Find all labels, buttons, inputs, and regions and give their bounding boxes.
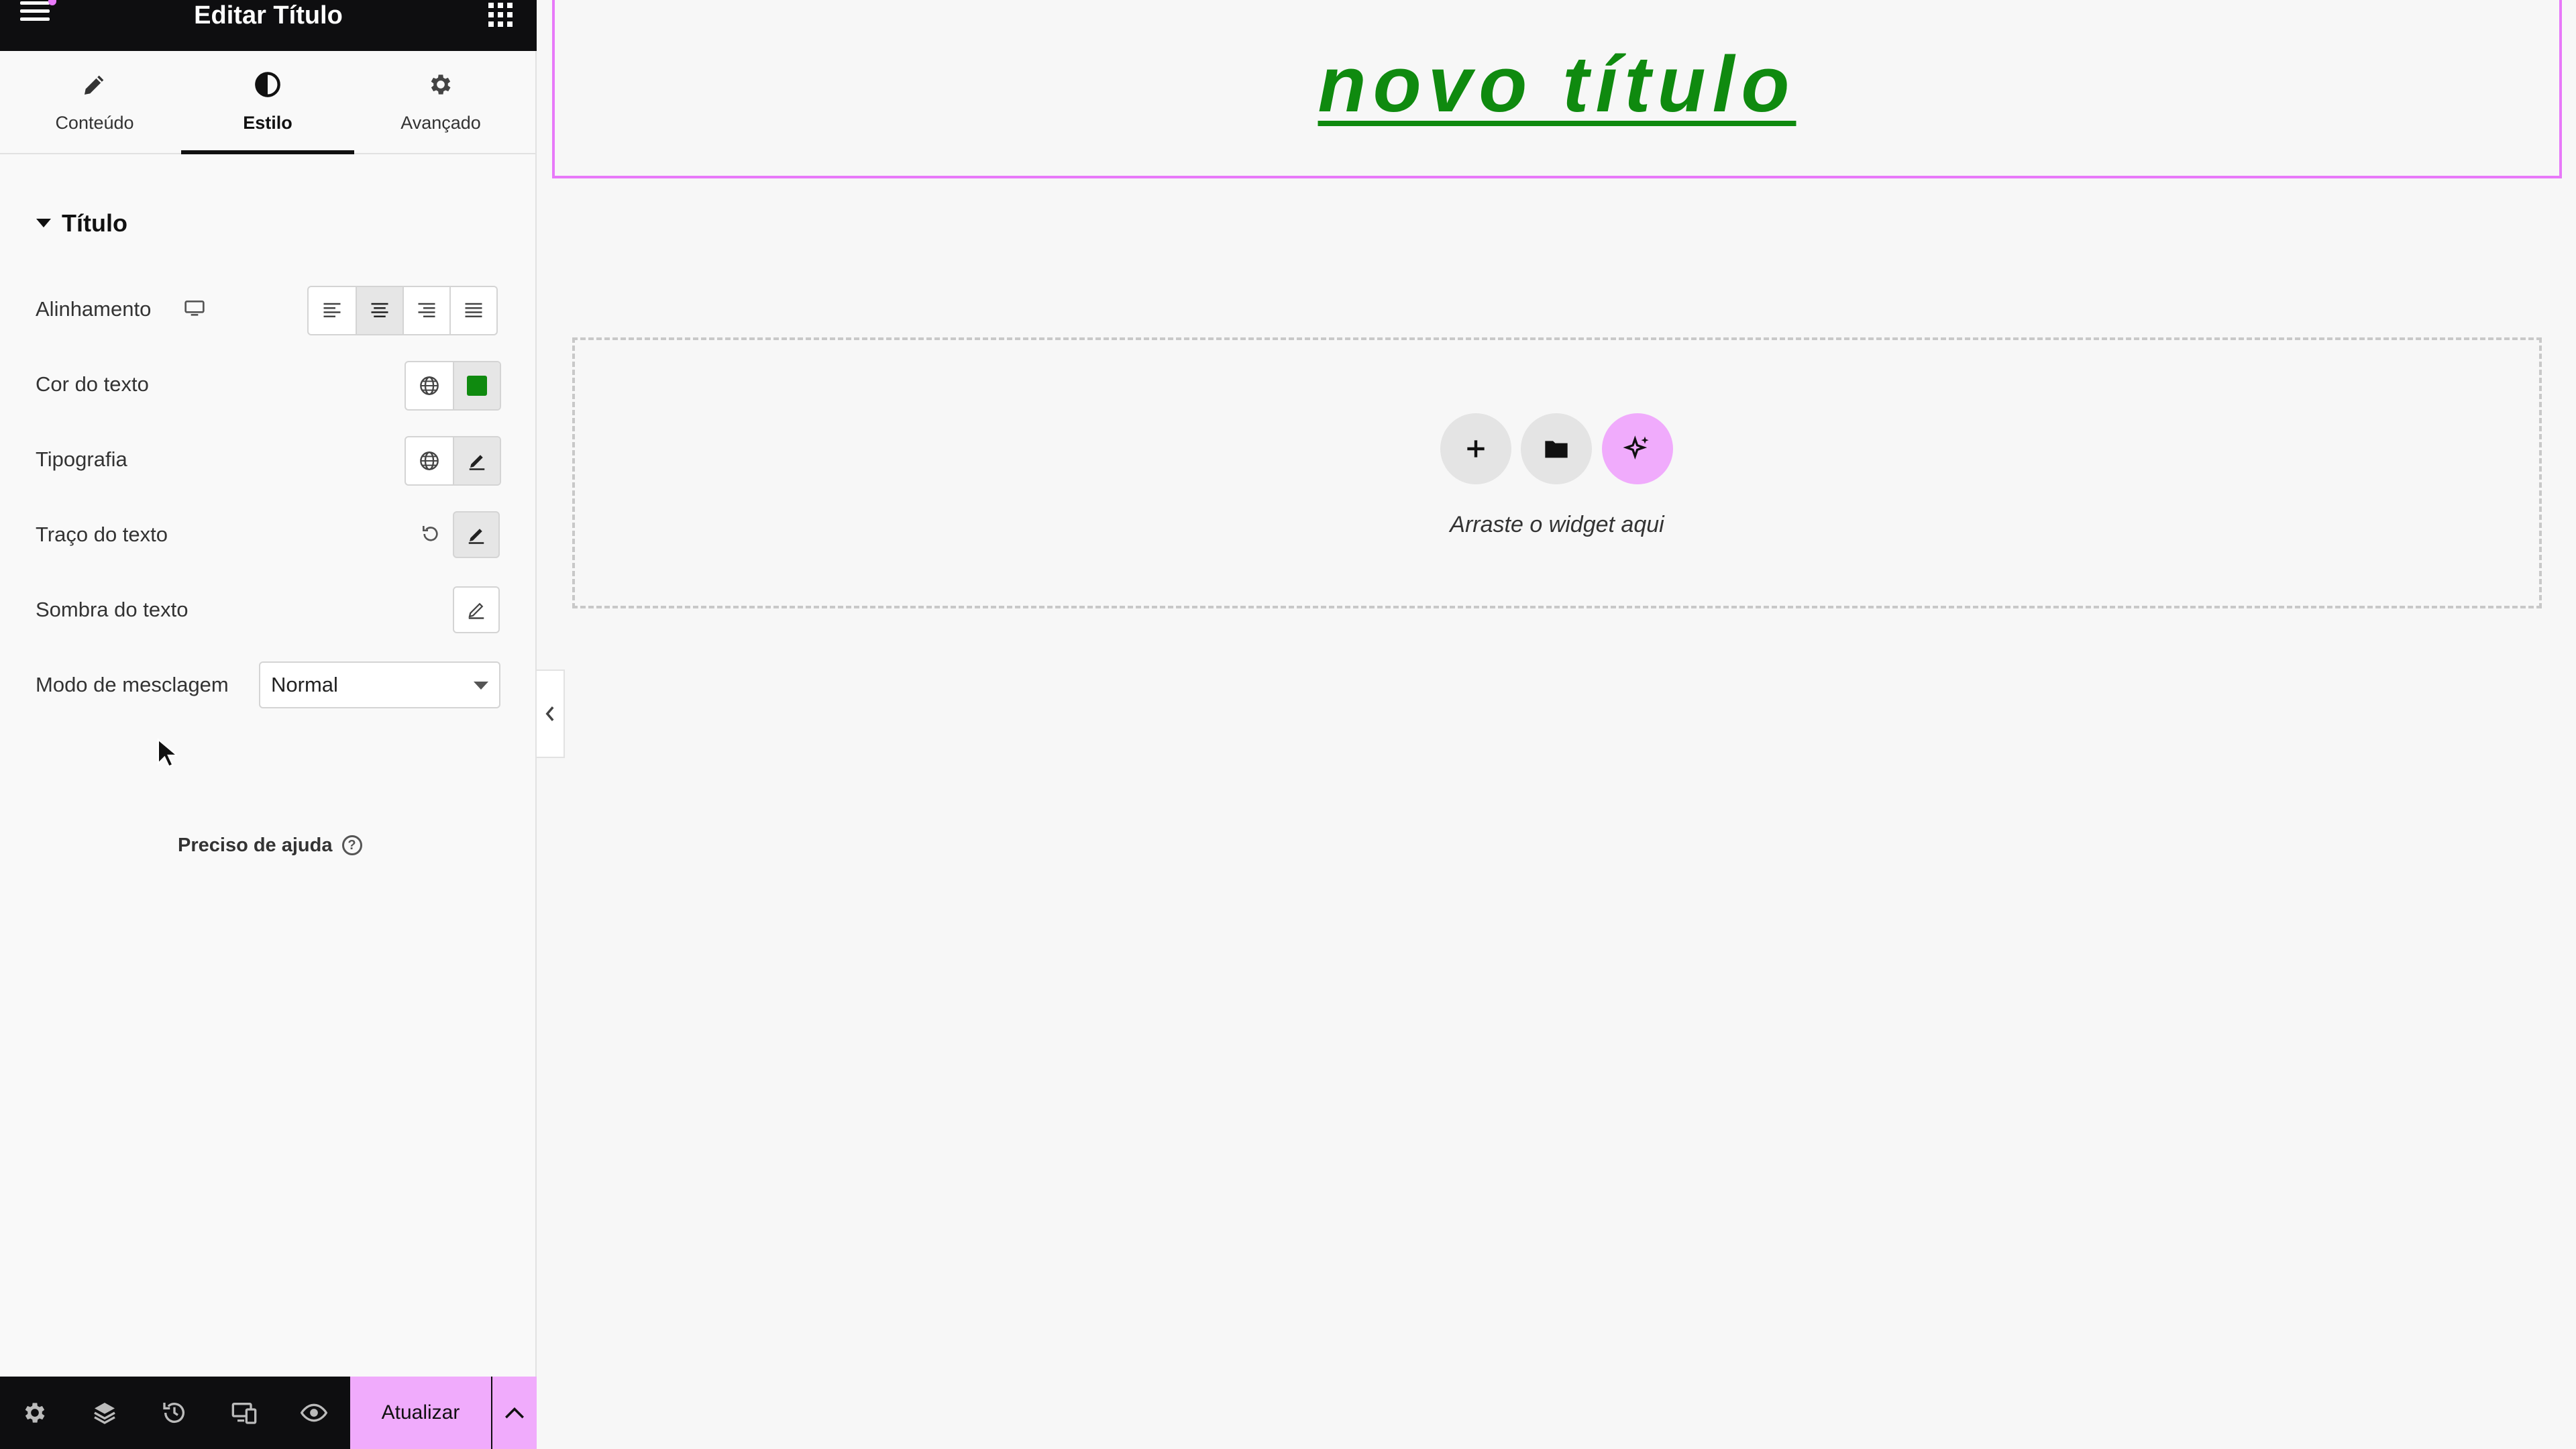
tab-estilo[interactable]: Estilo xyxy=(181,51,354,154)
panel-tabs: Conteúdo Estilo Avançado xyxy=(0,51,537,154)
drop-zone-text: Arraste o widget aqui xyxy=(1450,512,1664,537)
contrast-icon xyxy=(181,68,354,101)
template-library-folder-icon[interactable] xyxy=(1521,413,1592,484)
text-shadow-edit-pencil-icon[interactable] xyxy=(453,586,500,633)
align-center-icon[interactable] xyxy=(356,287,402,334)
tab-conteudo[interactable]: Conteúdo xyxy=(8,51,181,153)
collapse-panel-button[interactable] xyxy=(537,669,565,758)
panel-title: Editar Título xyxy=(194,1,343,30)
mouse-pointer-icon xyxy=(157,737,180,772)
typography-control xyxy=(405,436,501,486)
panel-header: Editar Título xyxy=(0,0,537,51)
text-stroke-label: Traço do texto xyxy=(36,523,168,546)
panel-footer: Atualizar xyxy=(0,1377,537,1449)
alignment-button-group xyxy=(307,286,498,335)
chevron-up-icon[interactable] xyxy=(492,1377,537,1449)
preview-eye-icon[interactable] xyxy=(279,1377,349,1449)
gear-icon xyxy=(354,68,527,101)
align-left-icon[interactable] xyxy=(309,287,356,334)
global-colors-globe-icon[interactable] xyxy=(406,362,453,409)
text-color-control xyxy=(405,361,501,411)
help-link[interactable]: Preciso de ajuda ? xyxy=(178,830,362,860)
apps-grid-icon[interactable] xyxy=(488,3,513,27)
tab-avancado[interactable]: Avançado xyxy=(354,51,527,153)
heading-text[interactable]: novo título xyxy=(555,39,2559,130)
typography-label: Tipografia xyxy=(36,447,127,471)
desktop-responsive-icon[interactable] xyxy=(184,299,205,321)
text-shadow-label: Sombra do texto xyxy=(36,598,189,621)
ai-sparkle-icon[interactable] xyxy=(1602,413,1673,484)
reset-icon[interactable] xyxy=(420,523,441,548)
section-collapse-caret-icon[interactable] xyxy=(36,219,51,227)
text-stroke-edit-pencil-icon[interactable] xyxy=(453,511,500,558)
blend-mode-select[interactable]: Normal xyxy=(259,661,500,708)
text-color-label: Cor do texto xyxy=(36,372,149,396)
history-icon[interactable] xyxy=(140,1377,209,1449)
pencil-icon xyxy=(8,68,181,101)
color-swatch[interactable] xyxy=(453,362,500,409)
chevron-down-icon xyxy=(474,682,488,690)
responsive-mode-icon[interactable] xyxy=(209,1377,279,1449)
blend-mode-value: Normal xyxy=(271,673,338,696)
heading-widget[interactable]: novo título xyxy=(552,0,2562,178)
layers-icon[interactable] xyxy=(70,1377,140,1449)
settings-gear-icon[interactable] xyxy=(0,1377,70,1449)
add-section-plus-icon[interactable] xyxy=(1440,413,1511,484)
color-swatch-fill xyxy=(467,376,487,396)
alignment-label: Alinhamento xyxy=(36,297,152,321)
editor-panel: Editar Título Conteúdo Estilo Avançado T… xyxy=(0,0,537,1449)
align-right-icon[interactable] xyxy=(402,287,449,334)
global-fonts-globe-icon[interactable] xyxy=(406,437,453,484)
widget-drop-zone[interactable]: Arraste o widget aqui xyxy=(572,337,2542,608)
update-button[interactable]: Atualizar xyxy=(350,1377,491,1449)
blend-mode-label: Modo de mesclagem xyxy=(36,673,229,696)
align-justify-icon[interactable] xyxy=(449,287,496,334)
help-label: Preciso de ajuda xyxy=(178,834,333,856)
typography-edit-pencil-icon[interactable] xyxy=(453,437,500,484)
help-question-icon: ? xyxy=(341,835,362,855)
section-title[interactable]: Título xyxy=(62,209,127,237)
